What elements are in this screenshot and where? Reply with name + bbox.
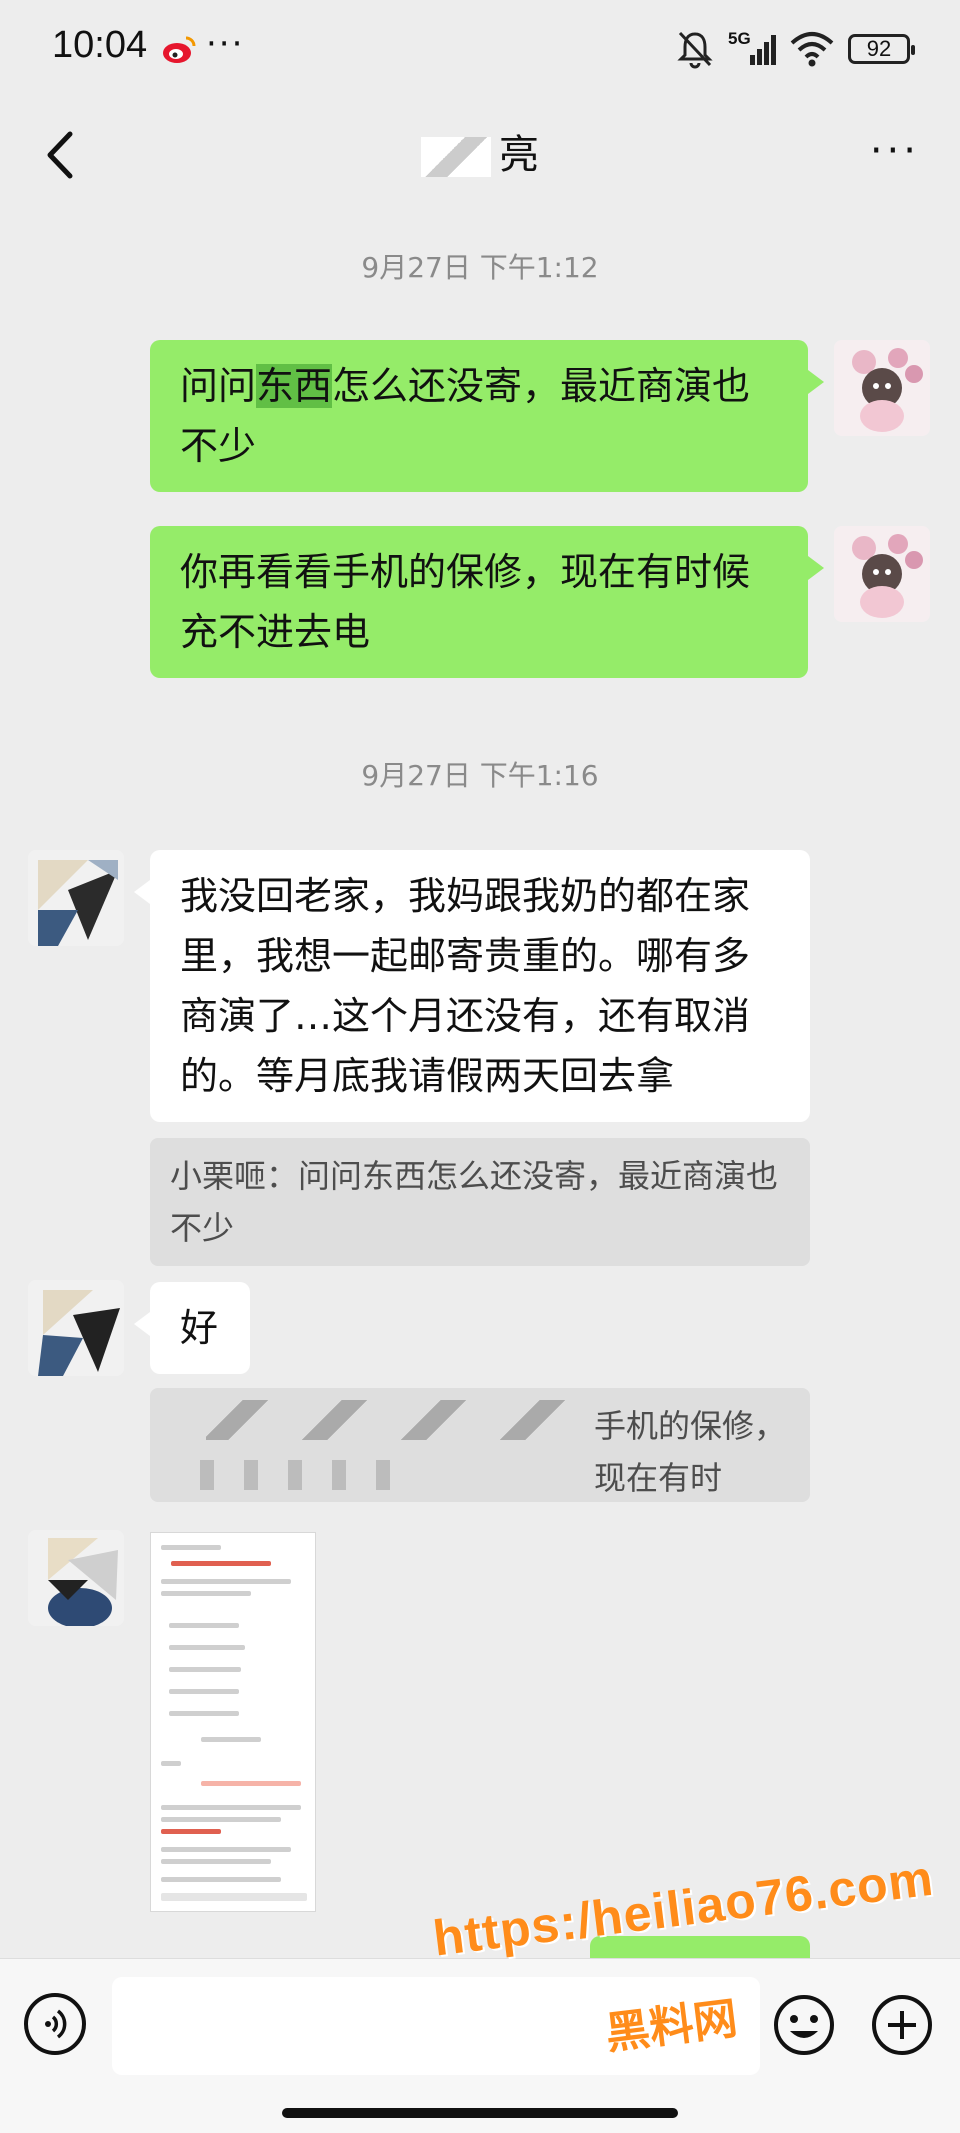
- chat-title-text: 亮: [499, 132, 539, 178]
- message-timestamp: 9月27日 下午1:12: [361, 251, 599, 284]
- my-avatar[interactable]: [834, 340, 930, 436]
- status-time: 10:04: [52, 24, 148, 66]
- more-options-icon[interactable]: ···: [870, 128, 920, 174]
- quoted-message[interactable]: 手机的保修，现在有时: [150, 1388, 810, 1502]
- quoted-message[interactable]: 小栗咂：问问东西怎么还没寄，最近商演也不少: [150, 1138, 810, 1266]
- contact-avatar[interactable]: [28, 850, 124, 946]
- mute-bell-icon: [677, 31, 713, 69]
- message-text: 问问: [180, 364, 257, 408]
- message-text: 好: [180, 1306, 219, 1350]
- message-text: 我没回老家，我妈跟我奶的都在家里，我想一起邮寄贵重的。哪有多商演了…这个月还没有…: [180, 874, 751, 1098]
- status-bar: 10:04 ··· 5G 92: [0, 0, 960, 100]
- my-avatar[interactable]: [834, 526, 930, 622]
- message-timestamp: 9月27日 下午1:16: [361, 759, 599, 792]
- image-message-screenshot[interactable]: [150, 1532, 316, 1912]
- input-bar: [0, 1958, 960, 2133]
- highlighted-text: 东西: [256, 364, 333, 408]
- home-indicator[interactable]: [282, 2108, 678, 2118]
- message-bubble-sent[interactable]: 问问东西怎么还没寄，最近商演也不少: [150, 340, 824, 492]
- avatar-image: [28, 850, 124, 946]
- message-bubble-received[interactable]: 我没回老家，我妈跟我奶的都在家里，我想一起邮寄贵重的。哪有多商演了…这个月还没有…: [134, 850, 810, 1122]
- voice-input-icon[interactable]: [24, 1993, 86, 2055]
- quoted-text: 小栗咂：问问东西怎么还没寄，最近商演也不少: [170, 1157, 779, 1247]
- plus-icon[interactable]: [870, 1993, 934, 2057]
- redacted-quote-prefix: [206, 1400, 586, 1440]
- emoji-icon[interactable]: [772, 1993, 836, 2057]
- chat-header: 亮 ···: [0, 100, 960, 210]
- message-bubble-received[interactable]: 好: [134, 1282, 250, 1374]
- battery-icon: 92: [848, 34, 915, 64]
- status-icons: 5G 92: [676, 26, 915, 72]
- wifi-icon: [790, 32, 834, 67]
- chat-title: 亮: [0, 120, 960, 190]
- avatar-image: [28, 1530, 124, 1626]
- avatar-image: [834, 340, 930, 436]
- weibo-icon: [163, 36, 196, 63]
- quoted-text: 手机的保修，现在有时: [594, 1407, 787, 1497]
- cellular-signal-icon: 5G: [728, 29, 776, 69]
- avatar-image: [834, 526, 930, 622]
- message-bubble-sent[interactable]: 你再看看手机的保修，现在有时候充不进去电: [150, 526, 824, 678]
- redacted-quote-line: [170, 1460, 410, 1490]
- avatar-image: [28, 1280, 124, 1376]
- redacted-name: [421, 137, 491, 177]
- chat-screen: 10:04 ··· 5G 92 亮 ··· 9月27日 下午1:12 问问东西怎…: [0, 0, 960, 2133]
- notification-more-icon: ···: [206, 24, 245, 64]
- message-text: 你再看看手机的保修，现在有时候充不进去电: [180, 550, 751, 654]
- contact-avatar[interactable]: [28, 1280, 124, 1376]
- contact-avatar[interactable]: [28, 1530, 124, 1626]
